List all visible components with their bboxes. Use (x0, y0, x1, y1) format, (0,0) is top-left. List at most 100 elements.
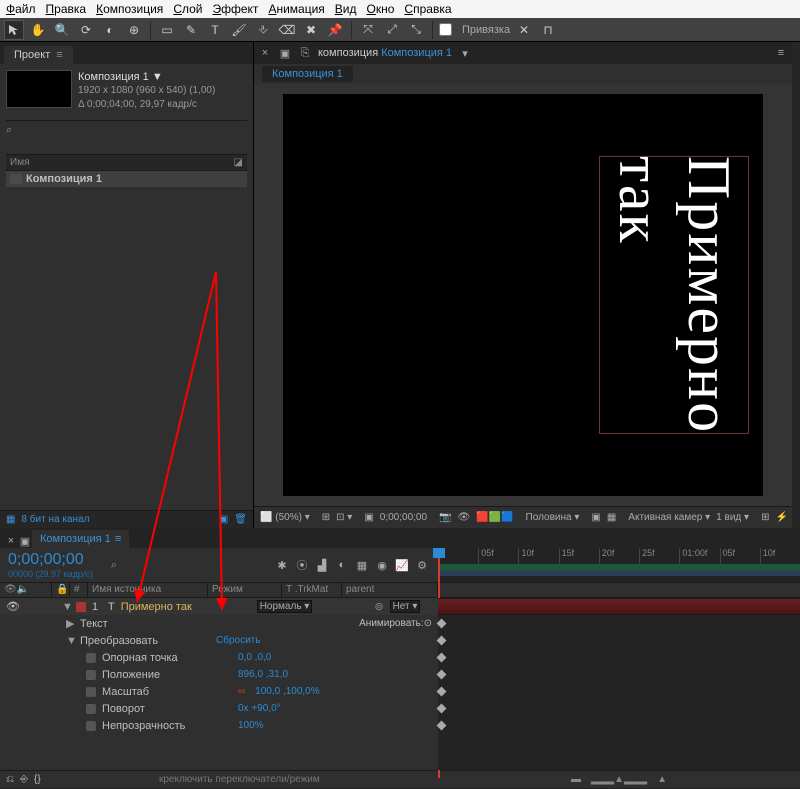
pen-tool[interactable]: ✎ (181, 20, 201, 40)
keyframe-icon[interactable] (437, 687, 447, 697)
fast-preview-icon[interactable]: ⚡ (775, 512, 787, 523)
menu-animation[interactable]: Анимация (268, 2, 324, 16)
timeline-tracks[interactable] (438, 598, 800, 770)
keyframe-icon[interactable] (437, 721, 447, 731)
world-axis-icon[interactable]: ⤢ (382, 20, 402, 40)
zoom-out-icon[interactable]: ▬ (571, 774, 581, 785)
keyframe-icon[interactable] (437, 704, 447, 714)
frame-blend-icon[interactable]: ▦ (354, 557, 370, 573)
text-group-row[interactable]: ▶Текст Анимировать: ⊙ (0, 615, 438, 632)
zoom-display[interactable]: ⬜ (50%) ▾ (260, 512, 310, 523)
parent-select[interactable]: Нет ▾ (390, 600, 421, 613)
menu-effect[interactable]: Эффект (213, 2, 259, 16)
menu-edit[interactable]: Правка (46, 2, 87, 16)
menu-layer[interactable]: Слой (173, 2, 202, 16)
layer-track[interactable] (438, 598, 800, 615)
menu-help[interactable]: Справка (404, 2, 451, 16)
scale-value[interactable]: 100,0 ,100,0% (255, 686, 320, 697)
animate-add-icon[interactable]: ⊙ (424, 618, 432, 629)
menu-file[interactable]: Файл (6, 2, 36, 16)
close-icon[interactable]: × (258, 46, 272, 60)
composition-canvas[interactable]: Примерно так (283, 94, 763, 496)
twirl-icon[interactable]: ▼ (62, 601, 70, 613)
zoom-in-icon[interactable]: ▲ (657, 774, 667, 785)
project-tab[interactable]: Проект≡ (4, 46, 73, 64)
brush-tool[interactable]: 🖌 (229, 20, 249, 40)
layer-row[interactable]: 👁 ▼ 1 T Примерно так Нормаль ▾ ⊚ Нет ▾ (0, 598, 438, 615)
pin-tool[interactable]: 📌 (325, 20, 345, 40)
keyframe-icon[interactable] (437, 636, 447, 646)
motion-blur-icon[interactable]: ◉ (374, 557, 390, 573)
panel-dropdown-icon[interactable]: ▾ (458, 46, 472, 60)
menu-window[interactable]: Окно (367, 2, 395, 16)
show-snapshot-icon[interactable]: 👁 (457, 512, 470, 523)
stopwatch-icon[interactable] (86, 687, 96, 697)
lock-icon[interactable]: ⎘ (298, 46, 312, 60)
rotate-tool[interactable]: ◐ (100, 20, 120, 40)
shy-icon[interactable]: ▟ (314, 557, 330, 573)
roi-icon[interactable]: ▣ (591, 512, 600, 523)
channel-icon[interactable]: 🟥🟩🟦 (476, 512, 513, 523)
menu-view[interactable]: Вид (335, 2, 357, 16)
panel-menu-icon[interactable]: ≡ (56, 49, 62, 61)
snap-checkbox[interactable] (439, 23, 452, 36)
position-row[interactable]: Положение896,0 ,31,0 (0, 666, 438, 683)
toggle-brackets-icon[interactable]: {} (34, 774, 41, 785)
new-bin-icon[interactable]: ▣ (219, 514, 228, 525)
camera-selector[interactable]: Активная камер ▾ (628, 512, 710, 523)
timecode-display[interactable]: 0;00;00;00 (8, 551, 93, 569)
views-selector[interactable]: 1 вид ▾ (716, 512, 749, 523)
keyframe-icon[interactable] (437, 670, 447, 680)
keyframe-icon[interactable] (437, 653, 447, 663)
anchor-tool[interactable]: ⊕ (124, 20, 144, 40)
col-type-icon[interactable]: ◪ (234, 157, 243, 168)
transform-group-row[interactable]: ▼Преобразовать Сбросить (0, 632, 438, 649)
project-footer-bpc[interactable]: ▦ (6, 514, 15, 525)
resolution-icon[interactable]: ⊞ (322, 512, 330, 523)
stopwatch-icon[interactable] (86, 653, 96, 663)
reset-link[interactable]: Сбросить (216, 635, 260, 646)
eye-icon[interactable]: 👁 (6, 600, 20, 613)
time-ruler[interactable]: 05f 10f 15f 20f 25f 01:00f 05f 10f (438, 548, 800, 582)
local-axis-icon[interactable]: ⤧ (358, 20, 378, 40)
zoom-tool[interactable]: 🔍 (52, 20, 72, 40)
quality-selector[interactable]: Половина ▾ (526, 512, 580, 523)
rect-tool[interactable]: ▭ (157, 20, 177, 40)
project-search-input[interactable] (6, 137, 247, 151)
search-input[interactable]: ⌕ (111, 559, 117, 572)
close-icon[interactable]: × (4, 534, 18, 548)
layer-color-swatch[interactable] (76, 602, 86, 612)
bpc-label[interactable]: 8 бит на канал (21, 514, 89, 525)
position-value[interactable]: 896,0 ,31,0 (238, 669, 288, 680)
timeline-tab[interactable]: Композиция 1 ≡ (32, 530, 129, 548)
keyframe-icon[interactable] (437, 619, 447, 629)
toggle-switch-icon[interactable]: ⎌ (6, 774, 14, 785)
comp-thumbnail[interactable] (6, 70, 72, 108)
selection-tool[interactable] (4, 20, 24, 40)
scale-row[interactable]: Масштаб∞100,0 ,100,0% (0, 683, 438, 700)
stopwatch-icon[interactable] (86, 704, 96, 714)
stopwatch-icon[interactable] (86, 670, 96, 680)
snap-magnet-icon[interactable]: ⊓ (538, 20, 558, 40)
pixel-ar-icon[interactable]: ⊞ (761, 512, 769, 523)
current-time[interactable]: 0;00;00;00 (380, 512, 427, 523)
eraser-tool[interactable]: ⌫ (277, 20, 297, 40)
opacity-row[interactable]: Непрозрачность100% (0, 717, 438, 734)
draft-3d-icon[interactable]: ◐ (334, 557, 350, 573)
snapshot-icon[interactable]: 📷 (439, 512, 451, 523)
blend-mode-select[interactable]: Нормаль ▾ (257, 600, 313, 613)
anchor-value[interactable]: 0,0 ,0,0 (238, 652, 271, 663)
project-item-composition[interactable]: Композиция 1 (6, 171, 247, 187)
text-tool[interactable]: T (205, 20, 225, 40)
stopwatch-icon[interactable] (86, 721, 96, 731)
grid-icon[interactable]: ⊡ ▾ (336, 512, 352, 523)
mask-toggle-icon[interactable]: ▣ (364, 512, 373, 523)
stamp-tool[interactable]: ⎀ (253, 20, 273, 40)
canvas-text-layer[interactable]: Примерно так (605, 156, 743, 434)
zoom-slider[interactable]: ▂▂▂▲▂▂▂ (591, 774, 647, 785)
delete-icon[interactable]: 🗑 (234, 514, 247, 525)
anchor-point-row[interactable]: Опорная точка0,0 ,0,0 (0, 649, 438, 666)
roto-tool[interactable]: ✖ (301, 20, 321, 40)
orbit-tool[interactable]: ⟳ (76, 20, 96, 40)
hand-tool[interactable]: ✋ (28, 20, 48, 40)
